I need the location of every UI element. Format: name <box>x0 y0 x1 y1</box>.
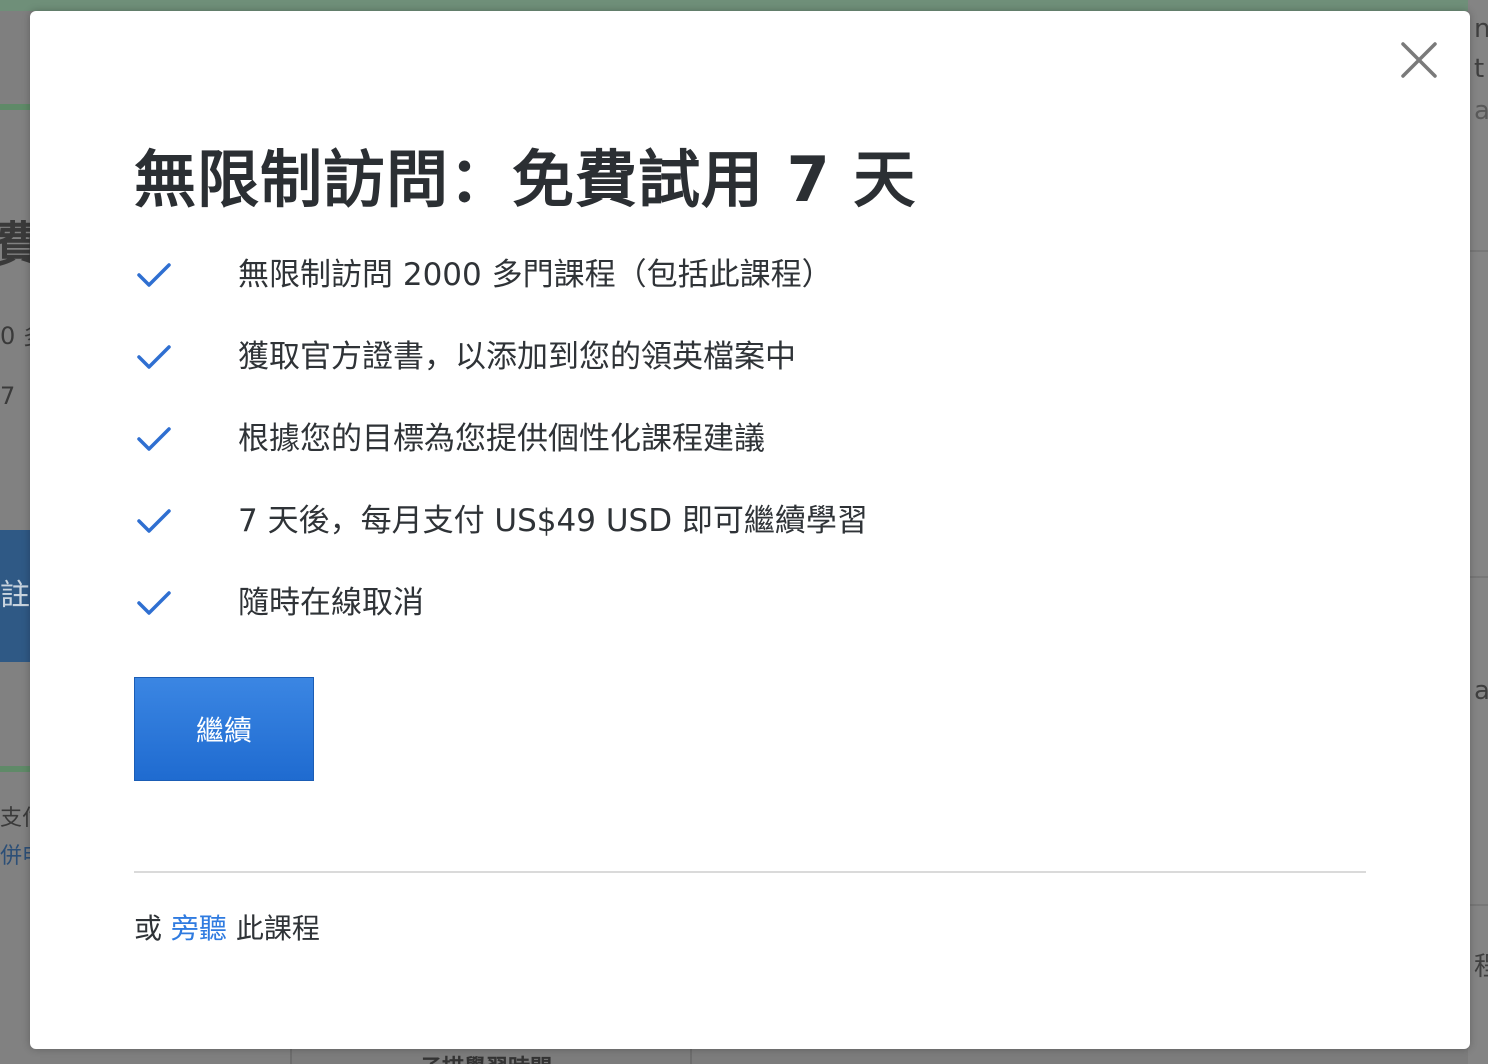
background-separator <box>1468 250 1488 252</box>
feature-text: 無限制訪問 2000 多門課程（包括此課程） <box>238 257 833 293</box>
modal-title: 無限制訪問：免費試用 7 天 <box>134 143 917 216</box>
feature-item: 無限制訪問 2000 多門課程（包括此課程） <box>134 253 833 335</box>
feature-text: 隨時在線取消 <box>238 585 424 621</box>
background-left-text: 7 <box>0 382 16 410</box>
feature-list: 無限制訪問 2000 多門課程（包括此課程） 獲取官方證書，以添加到您的領英檔案… <box>134 253 868 663</box>
check-icon <box>134 255 174 295</box>
feature-text: 7 天後，每月支付 US$49 USD 即可繼續學習 <box>238 503 868 539</box>
continue-button[interactable]: 繼續 <box>134 677 314 781</box>
free-trial-modal: 無限制訪問：免費試用 7 天 無限制訪問 2000 多門課程（包括此課程） 獲取… <box>30 11 1470 1049</box>
close-button[interactable] <box>1396 37 1442 83</box>
background-right-text: n <box>1474 14 1488 44</box>
background-right-text: ac <box>1474 676 1488 706</box>
background-right-text: t <box>1474 54 1485 84</box>
check-icon <box>134 501 174 541</box>
audit-link[interactable]: 旁聽 <box>171 912 227 945</box>
background-right-text: 程 <box>1474 952 1488 982</box>
divider <box>134 871 1366 873</box>
audit-prefix: 或 <box>134 912 171 945</box>
background-bottom-text: 子描學習時間 <box>420 1050 552 1064</box>
audit-line: 或 旁聽 此課程 <box>134 907 320 947</box>
check-icon <box>134 583 174 623</box>
background-top-bar <box>0 0 1488 11</box>
feature-item: 獲取官方證書，以添加到您的領英檔案中 <box>134 335 796 417</box>
feature-text: 根據您的目標為您提供個性化課程建議 <box>238 421 765 457</box>
background-separator <box>1468 904 1488 906</box>
background-right-text: at <box>1474 96 1488 126</box>
audit-suffix: 此課程 <box>226 912 320 945</box>
background-separator <box>1468 576 1488 578</box>
feature-text: 獲取官方證書，以添加到您的領英檔案中 <box>238 339 796 375</box>
check-icon <box>134 337 174 377</box>
close-icon[interactable] <box>1396 37 1442 83</box>
feature-item: 隨時在線取消 <box>134 581 424 663</box>
feature-item: 7 天後，每月支付 US$49 USD 即可繼續學習 <box>134 499 868 581</box>
feature-item: 根據您的目標為您提供個性化課程建議 <box>134 417 765 499</box>
check-icon <box>134 419 174 459</box>
